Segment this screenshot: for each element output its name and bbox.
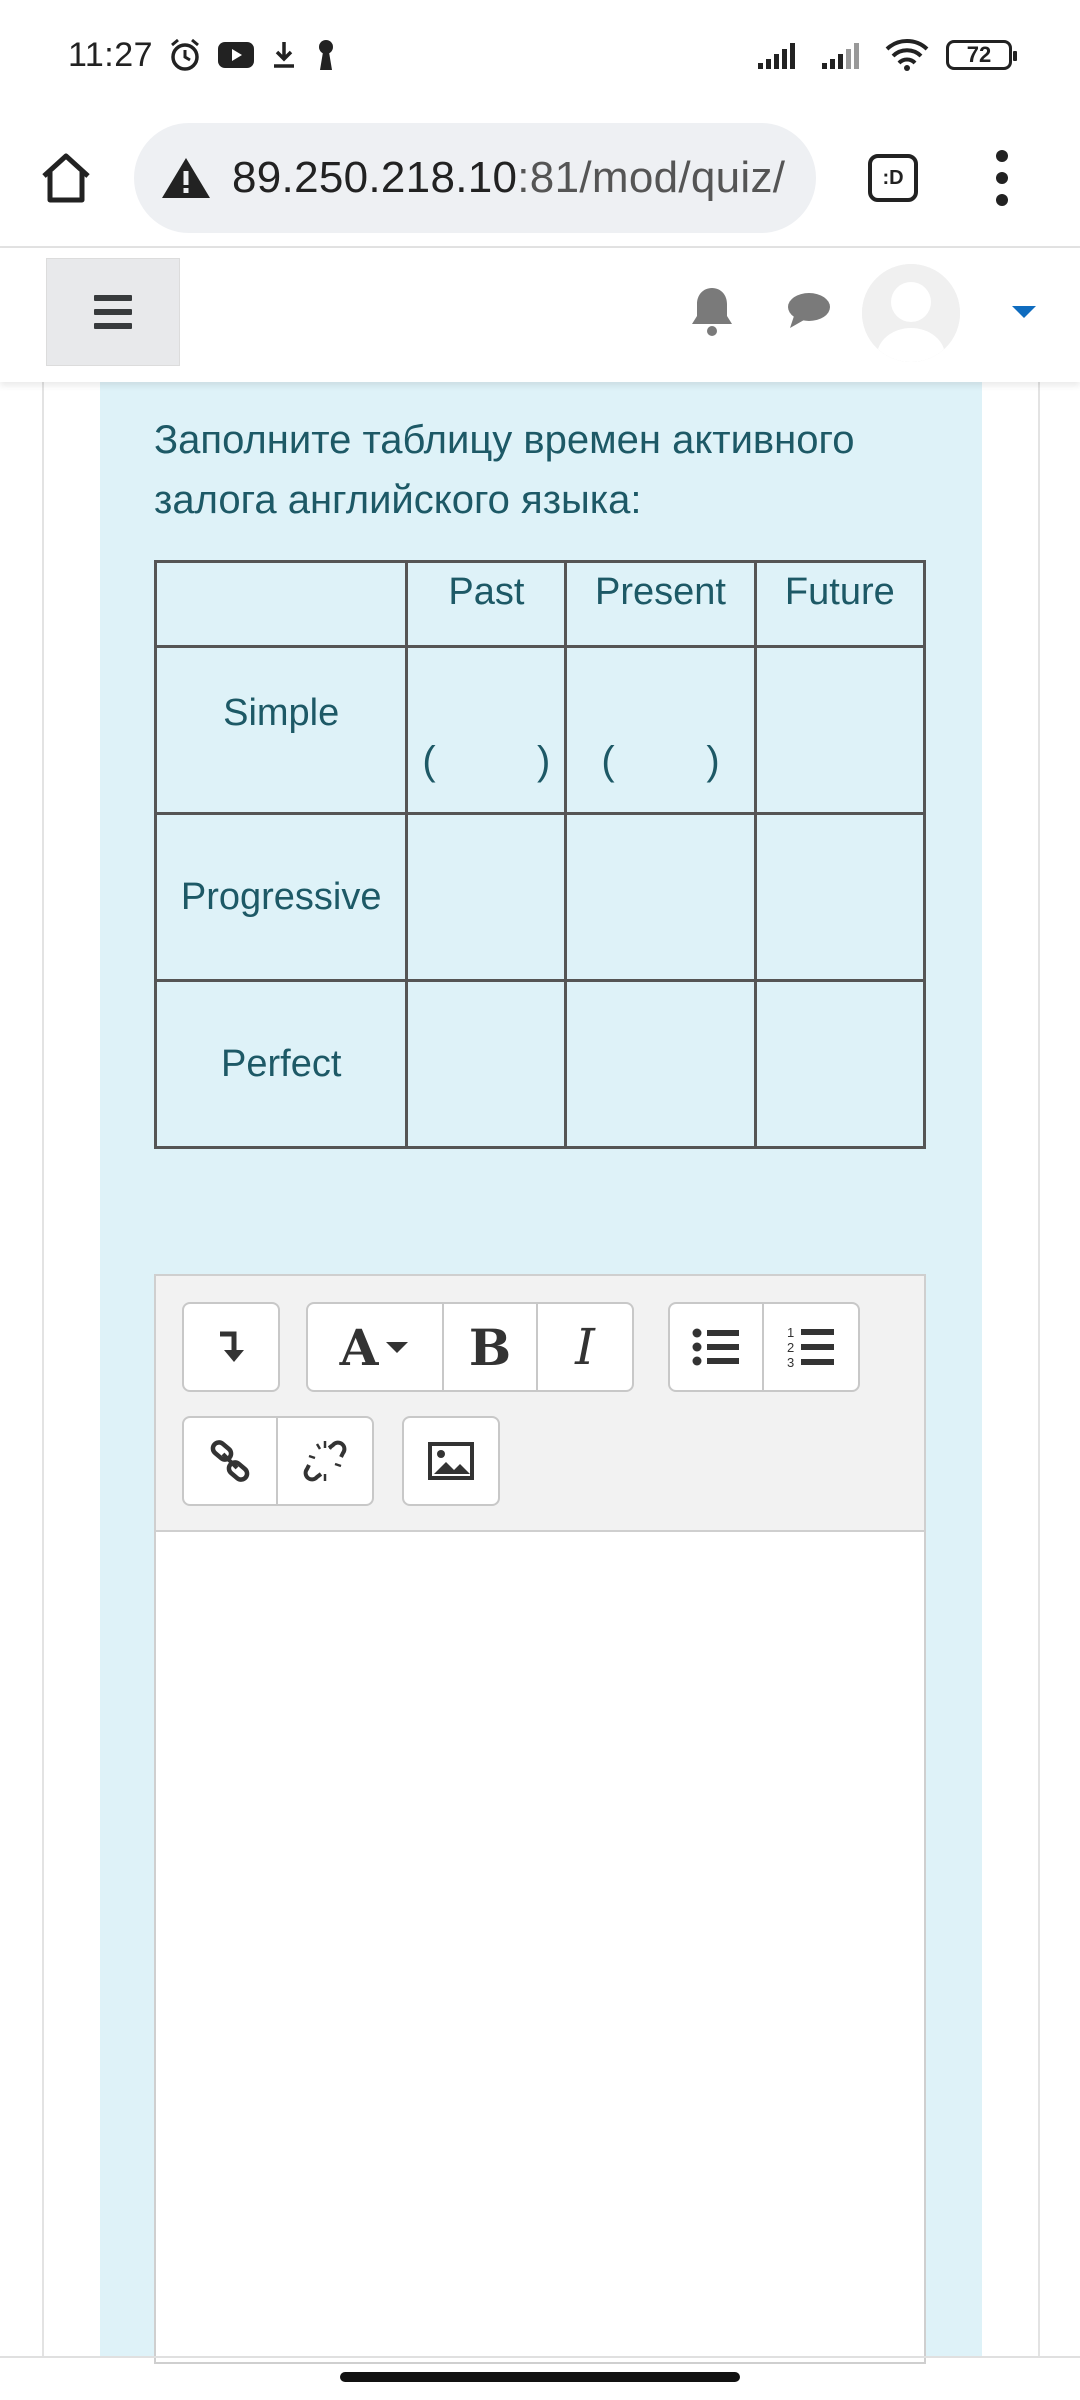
hamburger-line <box>94 323 132 329</box>
link-icon <box>210 1440 250 1482</box>
svg-text:1: 1 <box>787 1325 794 1340</box>
table-row-simple: Simple () () <box>153 645 927 815</box>
table-header-row: Past Present Future <box>153 560 927 648</box>
svg-text:2: 2 <box>787 1340 794 1355</box>
paren-open: ( <box>422 739 436 783</box>
hamburger-line <box>94 295 132 301</box>
table-row-progressive: Progressive <box>153 812 927 982</box>
messages-chat-icon[interactable] <box>786 290 832 335</box>
youtube-icon <box>217 40 255 70</box>
toolbar-group-collapse <box>182 1302 280 1392</box>
toolbar-group-media <box>402 1416 500 1506</box>
status-right: 72 <box>756 38 1017 72</box>
show-more-buttons-button[interactable] <box>184 1304 278 1390</box>
notifications-bell-icon[interactable] <box>690 284 734 343</box>
address-bar[interactable]: 89.250.218.10:81/mod/quiz/ <box>134 123 816 233</box>
home-icon <box>42 153 90 203</box>
table-row-perfect: Perfect <box>153 979 927 1149</box>
table-cell-perfect-future <box>753 979 927 1149</box>
font-style-label: A <box>339 1317 379 1377</box>
menu-dot <box>996 150 1008 162</box>
table-cell-simple-future <box>753 645 927 815</box>
menu-dot <box>996 172 1008 184</box>
warning-icon[interactable] <box>160 155 212 201</box>
editor-toolbar: A B I 123 <box>156 1276 924 1532</box>
keyhole-icon <box>313 38 339 72</box>
bold-label: B <box>468 1317 512 1377</box>
collapse-arrow-icon <box>220 1331 244 1362</box>
browser-menu-button[interactable] <box>992 150 1012 206</box>
menu-dot <box>996 194 1008 206</box>
toolbar-group-format: A B I <box>306 1302 634 1392</box>
signal-icon-1 <box>756 39 804 71</box>
tense-table: Past Present Future Simple () () Progres… <box>153 560 927 1149</box>
table-header-past: Past <box>405 560 568 648</box>
insert-image-button[interactable] <box>404 1418 498 1504</box>
paren-close: ) <box>537 739 551 783</box>
svg-text:3: 3 <box>787 1355 794 1369</box>
answer-editor: A B I 123 <box>154 1274 926 2364</box>
table-cell-perfect-past <box>405 979 568 1149</box>
bold-button[interactable]: B <box>444 1304 538 1390</box>
bullet-list-icon <box>692 1328 739 1366</box>
table-cell-progressive-future <box>753 812 927 982</box>
user-avatar[interactable] <box>862 264 960 362</box>
toolbar-group-links <box>182 1416 374 1506</box>
url-path: :81/mod/quiz/ <box>517 153 786 202</box>
status-bar: 11:27 72 <box>0 0 1080 110</box>
table-header-present: Present <box>564 560 757 648</box>
dropdown-caret-icon <box>386 1342 409 1353</box>
status-time: 11:27 <box>68 35 154 74</box>
table-cell-progressive-present <box>564 812 757 982</box>
unlink-icon <box>303 1440 347 1482</box>
paren-close: ) <box>706 739 720 783</box>
browser-toolbar: 89.250.218.10:81/mod/quiz/ :D <box>0 110 1080 246</box>
url-text: 89.250.218.10:81/mod/quiz/ <box>232 153 785 203</box>
table-cell-simple-past: () <box>405 645 568 815</box>
paren-open: ( <box>601 739 615 783</box>
insert-link-button[interactable] <box>184 1418 278 1504</box>
signal-icon-2 <box>820 39 868 71</box>
user-menu-caret-icon[interactable] <box>1012 306 1036 318</box>
battery-icon: 72 <box>946 40 1017 70</box>
gesture-nav-handle[interactable] <box>340 2372 740 2382</box>
table-header-cell-empty <box>153 560 409 648</box>
paragraph-styles-button[interactable]: A <box>308 1304 444 1390</box>
numbered-list-icon: 123 <box>787 1325 834 1369</box>
italic-button[interactable]: I <box>538 1304 632 1390</box>
url-host: 89.250.218.10 <box>232 153 518 202</box>
answer-text-area[interactable] <box>156 1532 924 2362</box>
row-label-simple: Simple <box>153 645 409 815</box>
unlink-button[interactable] <box>278 1418 372 1504</box>
image-icon <box>428 1442 474 1480</box>
question-text: Заполните таблицу времен активного залог… <box>154 418 855 522</box>
italic-label: I <box>575 1318 595 1376</box>
hamburger-line <box>94 309 132 315</box>
ordered-list-button[interactable]: 123 <box>764 1304 858 1390</box>
unordered-list-button[interactable] <box>670 1304 764 1390</box>
table-cell-simple-present: () <box>564 645 757 815</box>
home-button[interactable] <box>28 140 104 216</box>
alarm-icon <box>167 37 203 73</box>
row-label-perfect: Perfect <box>153 979 409 1149</box>
table-cell-perfect-present <box>564 979 757 1149</box>
status-left: 11:27 <box>68 36 339 75</box>
wifi-icon <box>884 38 930 72</box>
download-icon <box>269 39 299 71</box>
toolbar-group-lists: 123 <box>668 1302 860 1392</box>
site-navbar <box>0 248 1080 382</box>
nav-drawer-toggle[interactable] <box>46 258 180 366</box>
table-header-future: Future <box>753 560 927 648</box>
bottom-divider <box>0 2356 1080 2358</box>
table-cell-progressive-past <box>405 812 568 982</box>
row-label-progressive: Progressive <box>153 812 409 982</box>
tab-switcher-button[interactable]: :D <box>868 154 918 202</box>
